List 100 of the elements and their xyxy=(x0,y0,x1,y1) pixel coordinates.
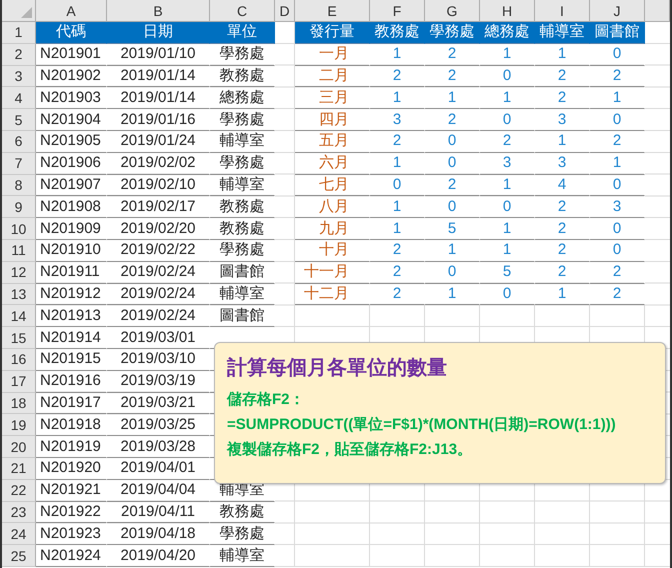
table-cell: 九月 xyxy=(295,218,370,240)
table-cell: 1 xyxy=(370,44,425,66)
table-cell: 2 xyxy=(370,66,425,88)
column-header[interactable]: G xyxy=(425,0,480,22)
row-header[interactable]: 20 xyxy=(2,436,36,458)
table-cell: 2019/02/24 xyxy=(107,284,210,306)
row-header[interactable]: 25 xyxy=(2,545,36,567)
header-cell: 代碼 xyxy=(36,22,107,44)
row-header[interactable]: 11 xyxy=(2,240,36,262)
table-cell: 總務處 xyxy=(210,87,275,110)
column-header[interactable]: H xyxy=(480,0,535,22)
table-cell: 教務處 xyxy=(210,66,275,88)
row-header[interactable]: 4 xyxy=(2,87,36,110)
header-cell: 圖書館 xyxy=(590,22,645,44)
table-cell: 2019/04/04 xyxy=(107,480,210,502)
note-text: =SUMPRODUCT((單位=F$1)*(MONTH(日期)=ROW(1:1))) xyxy=(227,415,617,435)
table-cell: 輔導室 xyxy=(210,284,275,306)
row-header[interactable]: 21 xyxy=(2,458,36,480)
row-header[interactable]: 18 xyxy=(2,392,36,414)
table-cell: N201902 xyxy=(36,66,107,88)
table-cell: 1 xyxy=(590,152,645,175)
row-header[interactable]: 23 xyxy=(2,502,36,524)
row-header[interactable]: 1 xyxy=(2,22,36,44)
column-header[interactable]: C xyxy=(210,0,275,22)
table-cell: N201916 xyxy=(36,370,107,393)
table-cell: 教務處 xyxy=(210,502,275,524)
table-cell: 四月 xyxy=(295,109,370,131)
table-cell: 2019/03/01 xyxy=(107,327,210,349)
row-header[interactable]: 7 xyxy=(2,152,36,175)
table-cell: 2 xyxy=(480,130,535,153)
header-cell: 教務處 xyxy=(370,22,425,44)
table-cell: N201904 xyxy=(36,109,107,131)
row-header[interactable]: 9 xyxy=(2,196,36,218)
row-header[interactable]: 17 xyxy=(2,370,36,393)
row-header[interactable]: 12 xyxy=(2,262,36,284)
table-cell: 1 xyxy=(425,240,480,262)
column-header[interactable]: D xyxy=(275,0,295,22)
column-header[interactable]: I xyxy=(535,0,590,22)
row-header[interactable]: 2 xyxy=(2,44,36,66)
table-cell: 2 xyxy=(425,66,480,88)
row-header[interactable]: 16 xyxy=(2,348,36,371)
table-cell: 2019/03/10 xyxy=(107,348,210,371)
table-cell: 1 xyxy=(535,130,590,153)
table-cell: 1 xyxy=(425,284,480,306)
table-cell: 2019/02/22 xyxy=(107,240,210,262)
table-cell: 2 xyxy=(370,240,425,262)
table-cell: N201909 xyxy=(36,218,107,240)
row-header[interactable]: 3 xyxy=(2,66,36,88)
table-cell: N201915 xyxy=(36,348,107,371)
table-cell: 2019/01/16 xyxy=(107,109,210,131)
row-header[interactable]: 8 xyxy=(2,174,36,196)
row-header[interactable]: 15 xyxy=(2,327,36,349)
table-cell: 0 xyxy=(425,196,480,218)
table-cell: 0 xyxy=(425,130,480,153)
table-cell: 2 xyxy=(590,284,645,306)
note-text: 複製儲存格F2，貼至儲存格F2:J13。 xyxy=(227,440,474,460)
row-header[interactable]: 14 xyxy=(2,305,36,328)
table-cell: 3 xyxy=(535,152,590,175)
table-cell: 八月 xyxy=(295,196,370,218)
table-cell: 2019/03/21 xyxy=(107,392,210,414)
table-cell: 2019/01/14 xyxy=(107,87,210,110)
column-header[interactable]: E xyxy=(295,0,370,22)
note-title: 計算每個月各單位的數量 xyxy=(227,356,448,381)
table-cell: 2019/02/24 xyxy=(107,305,210,328)
row-header[interactable]: 13 xyxy=(2,284,36,306)
row-header[interactable]: 6 xyxy=(2,130,36,153)
column-header[interactable]: B xyxy=(107,0,210,22)
table-cell: N201913 xyxy=(36,305,107,328)
row-header[interactable]: 10 xyxy=(2,218,36,240)
column-header[interactable]: J xyxy=(590,0,645,22)
row-header[interactable]: 5 xyxy=(2,109,36,131)
table-cell: N201922 xyxy=(36,502,107,524)
table-cell: 2 xyxy=(535,240,590,262)
table-cell: 十月 xyxy=(295,240,370,262)
table-cell: 1 xyxy=(425,87,480,110)
table-cell: 0 xyxy=(480,109,535,131)
table-cell: 十二月 xyxy=(295,284,370,306)
table-cell: 2019/01/10 xyxy=(107,44,210,66)
table-cell: 六月 xyxy=(295,152,370,175)
table-cell: 0 xyxy=(425,262,480,284)
table-cell: N201901 xyxy=(36,44,107,66)
select-all-icon[interactable] xyxy=(21,7,32,18)
row-header[interactable]: 22 xyxy=(2,480,36,502)
table-cell: N201914 xyxy=(36,327,107,349)
row-header[interactable]: 19 xyxy=(2,414,36,436)
table-cell: N201920 xyxy=(36,458,107,480)
column-header[interactable]: F xyxy=(370,0,425,22)
table-cell: 0 xyxy=(590,218,645,240)
table-cell: 學務處 xyxy=(210,109,275,131)
table-cell: 2 xyxy=(590,130,645,153)
table-cell: 2019/04/11 xyxy=(107,502,210,524)
table-cell: 五月 xyxy=(295,130,370,153)
row-header[interactable]: 24 xyxy=(2,523,36,546)
column-header[interactable]: A xyxy=(36,0,107,22)
table-cell: 5 xyxy=(425,218,480,240)
table-cell: 1 xyxy=(590,87,645,110)
table-cell: 0 xyxy=(590,44,645,66)
table-cell: 三月 xyxy=(295,87,370,110)
header-cell: 單位 xyxy=(210,22,275,44)
table-cell: 0 xyxy=(480,284,535,306)
